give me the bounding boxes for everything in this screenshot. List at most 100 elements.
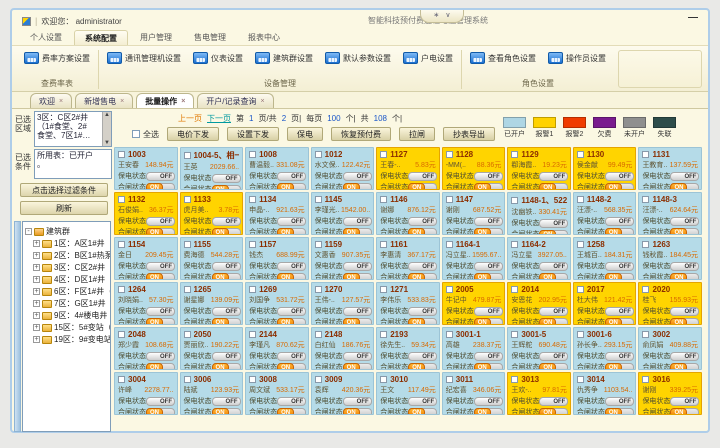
tree-expander-icon[interactable]: + <box>33 264 40 271</box>
baodian-toggle[interactable]: OFF <box>408 172 437 181</box>
toolbar-button[interactable]: 抄表导出 <box>443 127 495 141</box>
baodian-toggle[interactable]: OFF <box>408 352 437 361</box>
hezha-toggle[interactable]: ON <box>539 183 568 191</box>
close-tab-icon[interactable]: × <box>261 98 265 105</box>
card-checkbox[interactable] <box>380 331 387 338</box>
hezha-toggle[interactable]: ON <box>670 318 699 326</box>
meter-card[interactable]: 1154金日209.45元保电状态OFF合闸状态ON <box>114 237 178 280</box>
hezha-toggle[interactable]: ON <box>605 408 634 416</box>
ribbon-tab[interactable]: 售电管理 <box>184 30 236 45</box>
close-tab-icon[interactable]: × <box>120 98 124 105</box>
card-checkbox[interactable] <box>577 376 584 383</box>
meter-card[interactable]: 1004-5、相一王英2029.66..保电状态OFF合闸状态ON <box>180 147 244 190</box>
meter-card[interactable]: 1127王春-..5.83元保电状态OFF合闸状态ON <box>376 147 440 190</box>
card-checkbox[interactable] <box>118 196 125 203</box>
card-checkbox[interactable] <box>642 286 649 293</box>
ribbon-button[interactable]: 查看角色设置 <box>468 50 538 66</box>
tree-node[interactable]: -建筑群 <box>25 226 109 237</box>
baodian-toggle[interactable]: OFF <box>277 262 306 271</box>
tree-expander-icon[interactable]: + <box>33 288 40 295</box>
baodian-toggle[interactable]: OFF <box>212 352 241 361</box>
meter-card[interactable]: 3006陆斌123.93元保电状态OFF合闸状态ON <box>180 372 244 415</box>
hezha-toggle[interactable]: ON <box>277 363 306 371</box>
baodian-toggle[interactable]: OFF <box>277 307 306 316</box>
baodian-toggle[interactable]: OFF <box>474 262 503 271</box>
baodian-toggle[interactable]: OFF <box>212 174 241 183</box>
card-checkbox[interactable] <box>184 376 191 383</box>
ribbon-button[interactable]: 建筑群设置 <box>253 50 315 66</box>
hezha-toggle[interactable]: ON <box>277 183 306 191</box>
hezha-toggle[interactable]: ON <box>146 183 175 191</box>
baodian-toggle[interactable]: OFF <box>539 397 568 406</box>
hezha-toggle[interactable]: ON <box>408 363 437 371</box>
tree-expander-icon[interactable]: + <box>33 336 40 343</box>
hezha-toggle[interactable]: ON <box>539 273 568 281</box>
card-checkbox[interactable] <box>249 196 256 203</box>
meter-card[interactable]: 3001-1高雄238.37元保电状态OFF合闸状态ON <box>442 327 506 370</box>
selected-condition-listbox[interactable]: 所用表：已开户。 <box>34 149 112 179</box>
card-checkbox[interactable] <box>118 286 125 293</box>
card-checkbox[interactable] <box>642 196 649 203</box>
meter-card[interactable]: 1270王伟-..127.57元保电状态OFF合闸状态ON <box>311 282 375 325</box>
hezha-toggle[interactable]: ON <box>343 408 372 416</box>
baodian-toggle[interactable]: OFF <box>408 397 437 406</box>
meter-card[interactable]: 3013王欢-..97.81元保电状态OFF合闸状态ON <box>507 372 571 415</box>
baodian-toggle[interactable]: OFF <box>474 397 503 406</box>
toolbar-button[interactable]: 恢复预付费 <box>331 127 391 141</box>
document-tab[interactable]: 新增售电× <box>75 93 133 108</box>
meter-card[interactable]: 1145李瑾光..1542.00..保电状态OFF合闸状态ON <box>311 192 375 235</box>
hezha-toggle[interactable]: ON <box>670 273 699 281</box>
next-page-link[interactable]: 下一页 <box>207 113 231 124</box>
hezha-toggle[interactable]: ON <box>474 363 503 371</box>
close-tab-icon[interactable]: × <box>181 98 185 105</box>
card-checkbox[interactable] <box>642 151 649 158</box>
refresh-button[interactable]: 刷新 <box>20 201 108 215</box>
baodian-toggle[interactable]: OFF <box>146 397 175 406</box>
card-checkbox[interactable] <box>642 376 649 383</box>
baodian-toggle[interactable]: OFF <box>343 217 372 226</box>
meter-card[interactable]: 3001-5王辉舵690.48元保电状态OFF合闸状态ON <box>507 327 571 370</box>
tree-node[interactable]: +2区：B区1#热泵区1#井 <box>33 250 109 261</box>
toolbar-button[interactable]: 设置下发 <box>227 127 279 141</box>
baodian-toggle[interactable]: OFF <box>212 262 241 271</box>
card-checkbox[interactable] <box>380 196 387 203</box>
card-checkbox[interactable] <box>577 331 584 338</box>
hezha-toggle[interactable]: ON <box>670 363 699 371</box>
meter-card[interactable]: 1148-2汪漂-..568.35元保电状态OFF合闸状态ON <box>573 192 637 235</box>
card-checkbox[interactable] <box>118 151 125 158</box>
meter-card[interactable]: 1147谢刚687.52元保电状态OFF合闸状态ON <box>442 192 506 235</box>
meter-card[interactable]: 2050贾丽欣..190.22元保电状态OFF合闸状态ON <box>180 327 244 370</box>
ribbon-tab[interactable]: 个人设置 <box>20 30 72 45</box>
meter-card[interactable]: 1146谢娜876.12元保电状态OFF合闸状态ON <box>376 192 440 235</box>
tree-node[interactable]: +6区：F区1#井（F区1#… <box>33 286 109 297</box>
hezha-toggle[interactable]: ON <box>146 228 175 236</box>
document-tab[interactable]: 批量操作× <box>136 93 194 108</box>
meter-card[interactable]: 2014安恩花202.95元保电状态OFF合闸状态ON <box>507 282 571 325</box>
baodian-toggle[interactable]: OFF <box>408 262 437 271</box>
hezha-toggle[interactable]: ON <box>146 318 175 326</box>
baodian-toggle[interactable]: OFF <box>605 352 634 361</box>
baodian-toggle[interactable]: OFF <box>474 172 503 181</box>
hezha-toggle[interactable]: ON <box>212 228 241 236</box>
card-checkbox[interactable] <box>642 241 649 248</box>
tree-node[interactable]: +1区：A区1#井 <box>33 238 109 249</box>
meter-card[interactable]: 2048郑少霞108.68元保电状态OFF合闸状态ON <box>114 327 178 370</box>
baodian-toggle[interactable]: OFF <box>474 307 503 316</box>
baodian-toggle[interactable]: OFF <box>146 352 175 361</box>
hezha-toggle[interactable]: ON <box>277 408 306 416</box>
card-checkbox[interactable] <box>249 331 256 338</box>
card-checkbox[interactable] <box>380 241 387 248</box>
baodian-toggle[interactable]: OFF <box>212 307 241 316</box>
hezha-toggle[interactable]: ON <box>408 183 437 191</box>
hezha-toggle[interactable]: ON <box>539 408 568 416</box>
hezha-toggle[interactable]: ON <box>539 318 568 326</box>
chevron-down-icon[interactable]: ∨ <box>445 11 450 21</box>
baodian-toggle[interactable]: OFF <box>474 352 503 361</box>
hezha-toggle[interactable]: ON <box>408 228 437 236</box>
tree-node[interactable]: +4区：D区1#井（D区1… <box>33 274 109 285</box>
hezha-toggle[interactable]: ON <box>408 273 437 281</box>
card-checkbox[interactable] <box>315 376 322 383</box>
card-checkbox[interactable] <box>315 331 322 338</box>
meter-card[interactable]: 1258王城百..184.31元保电状态OFF合闸状态ON <box>573 237 637 280</box>
meter-card[interactable]: 1164-1冯立星..1595.67..保电状态OFF合闸状态ON <box>442 237 506 280</box>
